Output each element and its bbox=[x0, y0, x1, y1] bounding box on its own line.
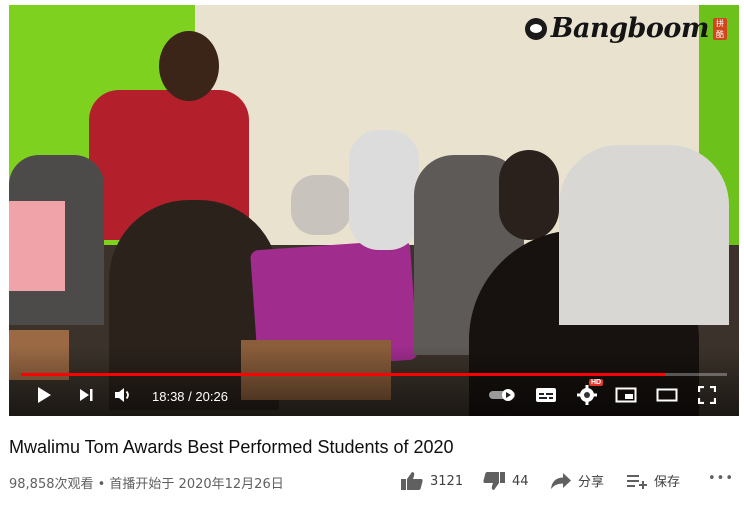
scene-student-hat bbox=[499, 150, 559, 240]
time-display: 18:38 / 20:26 bbox=[152, 389, 228, 404]
volume-button[interactable] bbox=[112, 383, 134, 407]
share-button[interactable]: 分享 bbox=[550, 471, 604, 490]
thumbs-down-icon bbox=[483, 472, 505, 490]
scene-students-right bbox=[559, 145, 729, 325]
theater-mode-button[interactable] bbox=[655, 383, 679, 407]
view-count-and-date: 98,858次观看 • 首播开始于 2020年12月26日 bbox=[9, 477, 284, 492]
subtitles-button[interactable] bbox=[534, 383, 558, 407]
play-button[interactable] bbox=[33, 383, 55, 407]
current-time: 18:38 bbox=[152, 389, 185, 404]
autoplay-toggle-icon bbox=[489, 389, 515, 401]
miniplayer-icon bbox=[615, 387, 637, 403]
theater-mode-icon bbox=[656, 388, 678, 402]
volume-icon bbox=[115, 388, 129, 402]
watermark-text: Bangboom bbox=[550, 13, 710, 44]
scene-pink-card bbox=[9, 201, 65, 291]
progress-bar[interactable] bbox=[21, 373, 727, 376]
playlist-add-icon bbox=[627, 474, 647, 489]
scene-teacher-head bbox=[159, 31, 219, 101]
miniplayer-button[interactable] bbox=[614, 383, 638, 407]
save-button[interactable]: 保存 bbox=[626, 471, 680, 490]
save-label: 保存 bbox=[654, 475, 681, 490]
thumbs-up-icon bbox=[401, 472, 423, 490]
hd-badge: HD bbox=[589, 379, 604, 386]
seal-stamp: 拼 酷 bbox=[713, 17, 727, 40]
subtitles-icon bbox=[536, 388, 556, 402]
share-label: 分享 bbox=[578, 475, 605, 490]
like-button[interactable]: 3121 bbox=[400, 471, 463, 491]
like-count: 3121 bbox=[430, 473, 464, 489]
play-icon bbox=[38, 387, 51, 403]
progress-bar-fill bbox=[21, 373, 665, 376]
dislike-count: 44 bbox=[512, 473, 529, 489]
panda-logo-icon bbox=[524, 17, 547, 40]
scene-student-mid bbox=[291, 175, 351, 235]
video-player[interactable]: Bangboom 拼 酷 18:38 / 20:26 HD bbox=[9, 5, 739, 416]
duration: 20:26 bbox=[195, 389, 228, 404]
fullscreen-button[interactable] bbox=[695, 383, 719, 407]
settings-button[interactable]: HD bbox=[574, 379, 604, 407]
video-title: Mwalimu Tom Awards Best Performed Studen… bbox=[9, 437, 454, 457]
scene-student-girl bbox=[349, 130, 419, 250]
autoplay-toggle[interactable] bbox=[487, 383, 519, 407]
more-icon: ••• bbox=[708, 471, 735, 486]
next-button[interactable] bbox=[75, 383, 97, 407]
gear-icon bbox=[577, 385, 597, 405]
dislike-button[interactable]: 44 bbox=[482, 471, 529, 491]
share-icon bbox=[551, 472, 571, 489]
more-actions-button[interactable]: ••• bbox=[708, 471, 734, 486]
channel-watermark: Bangboom 拼 酷 bbox=[524, 13, 727, 44]
fullscreen-icon bbox=[698, 386, 716, 404]
skip-next-icon bbox=[80, 389, 93, 401]
